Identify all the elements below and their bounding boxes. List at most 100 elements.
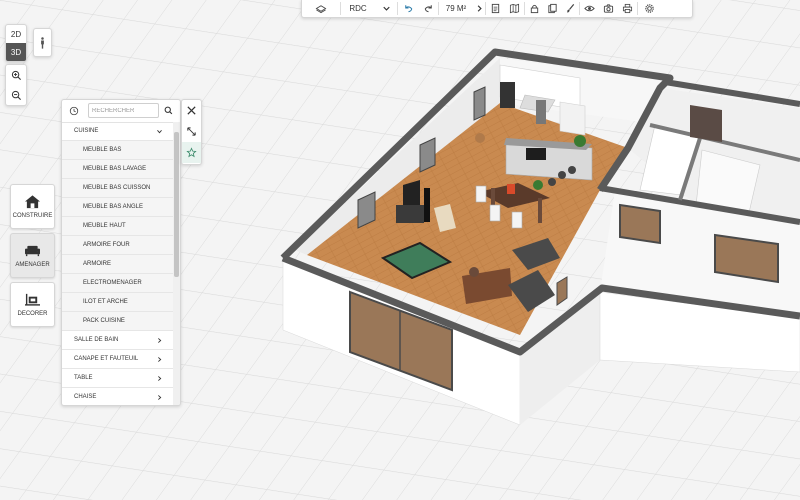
fridge[interactable] — [536, 100, 546, 124]
dining-chair-3[interactable] — [475, 185, 487, 203]
print-button[interactable] — [618, 0, 637, 17]
oven-column[interactable] — [500, 82, 515, 108]
catalog-list: CUISINE MEUBLE BAS MEUBLE BAS LAVAGE MEU… — [62, 122, 173, 405]
redo-button[interactable] — [418, 0, 438, 17]
zoom-controls — [5, 64, 27, 106]
decorer-tool-button[interactable]: DECORER — [10, 282, 55, 327]
map-button[interactable] — [505, 0, 524, 17]
dining-chair-2[interactable] — [511, 211, 523, 229]
printer-icon — [622, 3, 633, 14]
settings-button[interactable] — [638, 0, 660, 17]
eye-icon — [584, 5, 595, 12]
view-mode-toggle: 2D 3D — [5, 24, 27, 62]
construire-tool-button[interactable]: CONSTRUIRE — [10, 184, 55, 229]
bar-stool-3[interactable] — [568, 166, 576, 174]
category-label: TABLE — [74, 375, 93, 381]
star-pin-icon — [186, 147, 197, 158]
redo-icon — [424, 5, 432, 13]
house-icon — [25, 195, 40, 209]
table-decor — [507, 184, 515, 194]
person-icon — [41, 36, 44, 49]
tv-stand[interactable] — [396, 205, 424, 223]
interior-door[interactable] — [690, 105, 722, 142]
catalog-search-row — [62, 100, 180, 123]
kitchen-side-cabinet[interactable] — [559, 101, 586, 136]
chevron-right-icon — [158, 337, 162, 343]
zoom-out-button[interactable] — [6, 85, 26, 105]
undo-icon — [404, 5, 412, 13]
screenshot-button[interactable] — [599, 0, 618, 17]
favorites-button[interactable] — [182, 142, 201, 163]
catalog-side-tools — [181, 99, 202, 165]
category-label: CHAISE — [74, 394, 97, 400]
top-toolbar: RDC 79 M² — [301, 0, 693, 18]
zoom-out-icon — [11, 90, 21, 100]
duplicate-button[interactable] — [543, 0, 561, 17]
expand-icon — [187, 127, 196, 136]
decorer-label: DECORER — [17, 311, 48, 317]
amenager-tool-button[interactable]: AMENAGER — [10, 233, 55, 278]
zoom-in-icon — [11, 70, 21, 80]
catalog-subitem[interactable]: ARMOIRE FOUR — [62, 236, 173, 255]
wing-window-1[interactable] — [619, 203, 661, 245]
catalog-panel: CUISINE MEUBLE BAS MEUBLE BAS LAVAGE MEU… — [61, 99, 181, 406]
paint-button[interactable] — [561, 0, 579, 17]
close-catalog-button[interactable] — [182, 100, 201, 121]
dining-chair-1[interactable] — [489, 204, 501, 222]
area-expand-button[interactable] — [473, 0, 485, 17]
chevron-right-icon — [477, 5, 482, 12]
map-icon — [509, 3, 520, 14]
level-dropdown-button[interactable] — [375, 0, 397, 17]
search-button[interactable] — [160, 103, 176, 118]
area-display: 79 M² — [439, 0, 473, 17]
lock-icon — [530, 4, 538, 14]
category-chaise[interactable]: CHAISE — [62, 388, 173, 405]
document-icon — [491, 3, 500, 14]
mode-2d-button[interactable]: 2D — [6, 25, 26, 43]
mode-3d-button[interactable]: 3D — [6, 43, 26, 61]
bar-stool-2[interactable] — [548, 178, 556, 186]
history-icon[interactable] — [69, 106, 79, 116]
chevron-down-icon — [382, 6, 390, 11]
amenager-label: AMENAGER — [15, 262, 50, 268]
decor-icon — [25, 293, 40, 306]
view-3d-mode-button[interactable] — [302, 0, 340, 17]
chevron-down-icon — [157, 129, 162, 133]
decor-object — [469, 267, 479, 277]
scrollbar-thumb[interactable] — [174, 132, 179, 277]
category-cuisine[interactable]: CUISINE — [62, 122, 173, 141]
document-button[interactable] — [486, 0, 505, 17]
layers-icon — [315, 5, 327, 14]
catalog-subitem[interactable]: ARMOIRE — [62, 255, 173, 274]
category-canape-fauteuil[interactable]: CANAPE ET FAUTEUIL — [62, 350, 173, 369]
side-lamp — [475, 133, 485, 143]
bar-stool-1[interactable] — [558, 171, 566, 179]
walk-mode-button[interactable] — [33, 28, 52, 57]
category-table[interactable]: TABLE — [62, 369, 173, 388]
chevron-right-icon — [158, 394, 162, 400]
category-label: SALLE DE BAIN — [74, 337, 119, 343]
expand-catalog-button[interactable] — [182, 121, 201, 142]
zoom-in-button[interactable] — [6, 65, 26, 85]
catalog-search-input[interactable] — [88, 103, 159, 118]
cooktop[interactable] — [526, 148, 546, 160]
speaker-tower[interactable] — [424, 188, 430, 222]
left-wall-window-3[interactable] — [473, 86, 486, 121]
catalog-subitem[interactable]: MEUBLE BAS ANGLE — [62, 198, 173, 217]
visibility-button[interactable] — [580, 0, 599, 17]
catalog-subitem[interactable]: MEUBLE BAS — [62, 141, 173, 160]
catalog-subitem[interactable]: ELECTROMENAGER — [62, 274, 173, 293]
category-salle-de-bain[interactable]: SALLE DE BAIN — [62, 331, 173, 350]
chevron-right-icon — [158, 375, 162, 381]
lock-button[interactable] — [525, 0, 543, 17]
level-label: RDC — [349, 4, 367, 13]
catalog-subitem[interactable]: PACK CUISINE — [62, 312, 173, 331]
catalog-scrollbar[interactable] — [173, 122, 180, 405]
catalog-subitem[interactable]: MEUBLE BAS LAVAGE — [62, 160, 173, 179]
catalog-subitem[interactable]: MEUBLE BAS CUISSON — [62, 179, 173, 198]
undo-button[interactable] — [398, 0, 418, 17]
catalog-subitem[interactable]: ILOT ET ARCHE — [62, 293, 173, 312]
gear-icon — [644, 4, 654, 13]
catalog-subitem[interactable]: MEUBLE HAUT — [62, 217, 173, 236]
level-select[interactable]: RDC — [341, 0, 375, 17]
